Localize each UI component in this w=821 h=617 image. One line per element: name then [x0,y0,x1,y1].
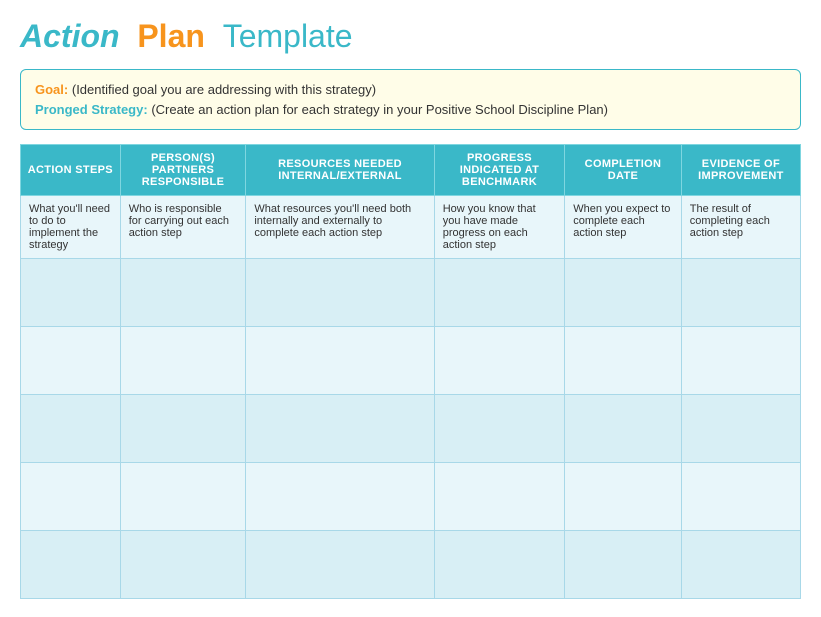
cell-4-4[interactable] [565,531,682,599]
goal-text: (Identified goal you are addressing with… [72,82,376,97]
title-action: Action [20,18,120,54]
table-description-row: What you'll need to do to implement the … [21,196,801,259]
cell-0-0[interactable] [21,259,121,327]
table-row [21,531,801,599]
cell-4-2[interactable] [246,531,434,599]
cell-1-5[interactable] [681,327,800,395]
desc-cell-4: When you expect to complete each action … [565,196,682,259]
table-row [21,259,801,327]
pronged-text: (Create an action plan for each strategy… [151,102,608,117]
cell-4-1[interactable] [120,531,246,599]
title-template: Template [223,18,353,54]
desc-cell-0: What you'll need to do to implement the … [21,196,121,259]
cell-0-3[interactable] [434,259,564,327]
cell-3-3[interactable] [434,463,564,531]
desc-cell-5: The result of completing each action ste… [681,196,800,259]
table-row [21,463,801,531]
page-title: Action Plan Template [20,18,801,55]
cell-2-5[interactable] [681,395,800,463]
header-persons: PERSON(S) PARTNERS RESPONSIBLE [120,145,246,196]
cell-4-3[interactable] [434,531,564,599]
cell-0-5[interactable] [681,259,800,327]
cell-0-2[interactable] [246,259,434,327]
cell-1-4[interactable] [565,327,682,395]
cell-0-1[interactable] [120,259,246,327]
cell-4-0[interactable] [21,531,121,599]
cell-1-1[interactable] [120,327,246,395]
goal-line: Goal: (Identified goal you are addressin… [35,80,786,100]
cell-3-2[interactable] [246,463,434,531]
header-completion: COMPLETION DATE [565,145,682,196]
cell-3-1[interactable] [120,463,246,531]
cell-2-2[interactable] [246,395,434,463]
cell-0-4[interactable] [565,259,682,327]
header-progress: PROGRESS INDICATED AT BENCHMARK [434,145,564,196]
cell-1-3[interactable] [434,327,564,395]
goal-label: Goal: [35,82,68,97]
title-plan: Plan [137,18,205,54]
cell-2-3[interactable] [434,395,564,463]
header-evidence: EVIDENCE OF IMPROVEMENT [681,145,800,196]
pronged-line: Pronged Strategy: (Create an action plan… [35,100,786,120]
cell-1-0[interactable] [21,327,121,395]
table-row [21,395,801,463]
table-row [21,327,801,395]
action-plan-table: ACTION STEPS PERSON(S) PARTNERS RESPONSI… [20,144,801,599]
goal-box: Goal: (Identified goal you are addressin… [20,69,801,130]
table-header-row: ACTION STEPS PERSON(S) PARTNERS RESPONSI… [21,145,801,196]
desc-cell-3: How you know that you have made progress… [434,196,564,259]
header-action-steps: ACTION STEPS [21,145,121,196]
desc-cell-2: What resources you'll need both internal… [246,196,434,259]
cell-2-1[interactable] [120,395,246,463]
cell-2-4[interactable] [565,395,682,463]
cell-4-5[interactable] [681,531,800,599]
cell-3-4[interactable] [565,463,682,531]
pronged-label: Pronged Strategy: [35,102,148,117]
cell-2-0[interactable] [21,395,121,463]
desc-cell-1: Who is responsible for carrying out each… [120,196,246,259]
cell-3-5[interactable] [681,463,800,531]
header-resources: RESOURCES NEEDED INTERNAL/EXTERNAL [246,145,434,196]
cell-3-0[interactable] [21,463,121,531]
cell-1-2[interactable] [246,327,434,395]
